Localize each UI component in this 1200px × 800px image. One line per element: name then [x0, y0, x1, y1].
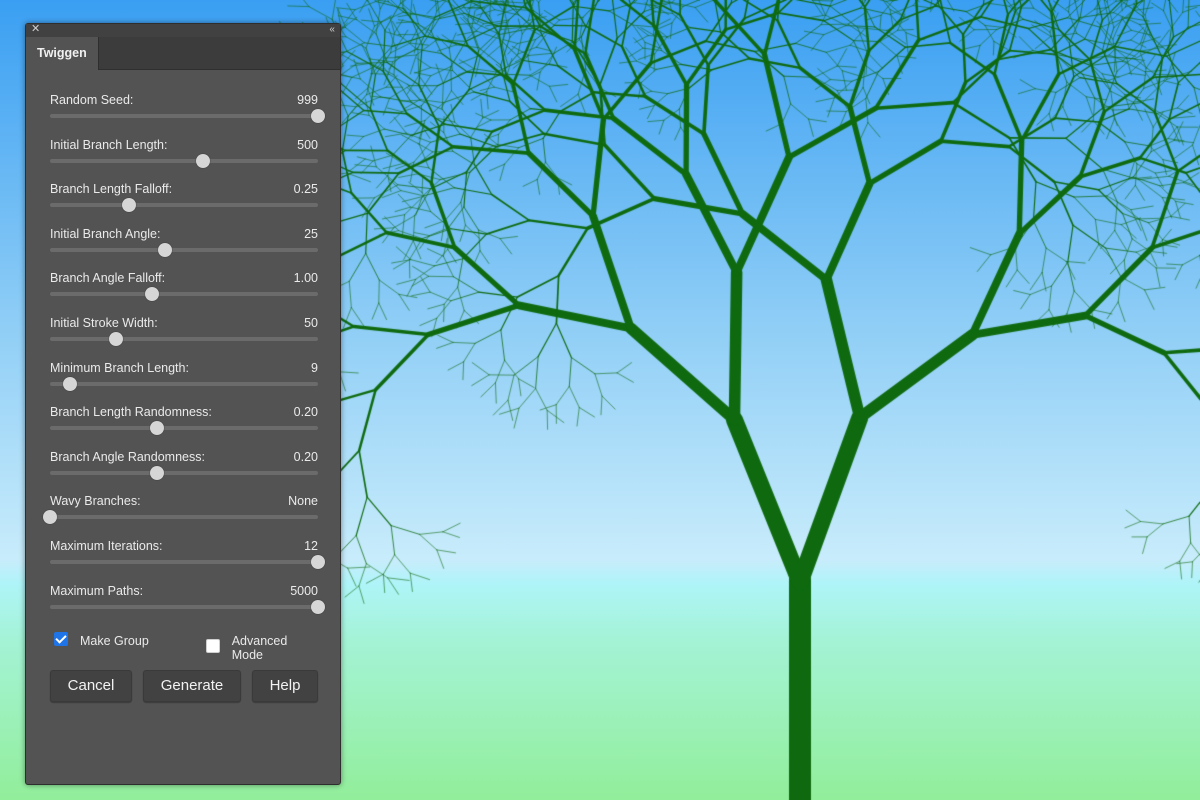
slider-row: Branch Length Randomness: 0.20 [50, 404, 318, 449]
slider-value: 999 [297, 93, 318, 107]
slider-list: Random Seed: 999 Initial Branch Length: 500… [43, 92, 325, 628]
slider-label: Minimum Branch Length: [50, 360, 189, 375]
slider-row: Branch Angle Randomness: 0.20 [50, 449, 318, 494]
slider-label: Random Seed: [50, 93, 134, 107]
slider-track[interactable] [50, 376, 318, 391]
slider-value: None [288, 494, 318, 509]
slider-track[interactable] [50, 242, 318, 257]
collapse-icon[interactable]: ‹‹ [329, 23, 335, 36]
make-group-option[interactable]: Make Group [54, 630, 149, 648]
slider-thumb[interactable] [150, 465, 165, 480]
slider-track[interactable] [50, 465, 318, 480]
slider-row: Initial Branch Length: 500 [50, 137, 318, 182]
slider-label: Maximum Iterations: [50, 538, 163, 553]
slider-row: Random Seed: 999 [50, 92, 325, 137]
slider-value: 25 [304, 226, 318, 241]
slider-thumb[interactable] [158, 242, 173, 257]
slider-value: 12 [304, 538, 318, 553]
slider-thumb[interactable] [43, 510, 57, 525]
slider-row: Initial Stroke Width: 50 [50, 315, 318, 360]
advanced-mode-label: Advanced Mode [231, 634, 288, 662]
advanced-mode-option[interactable]: Advanced Mode [206, 630, 320, 662]
slider-track[interactable] [50, 198, 318, 213]
slider-thumb[interactable] [195, 153, 210, 168]
slider-row: Maximum Iterations: 12 [50, 538, 325, 583]
cancel-button[interactable]: Cancel [50, 670, 132, 702]
slider-row: Wavy Branches: None [43, 493, 318, 538]
make-group-label: Make Group [80, 634, 149, 648]
slider-track[interactable] [50, 287, 318, 302]
advanced-mode-checkbox[interactable] [206, 639, 220, 653]
slider-value: 5000 [290, 583, 318, 598]
slider-thumb[interactable] [311, 599, 325, 614]
slider-label: Initial Stroke Width: [50, 315, 158, 330]
slider-row: Branch Length Falloff: 0.25 [50, 181, 318, 226]
close-icon[interactable]: ✕ [31, 23, 40, 36]
help-button[interactable]: Help [252, 670, 318, 702]
slider-label: Maximum Paths: [50, 583, 144, 598]
button-row: Cancel Generate Help [50, 670, 318, 704]
slider-thumb[interactable] [144, 287, 159, 302]
slider-value: 50 [304, 315, 318, 330]
slider-thumb[interactable] [122, 198, 137, 213]
slider-row: Minimum Branch Length: 9 [50, 360, 318, 405]
slider-label: Initial Branch Length: [50, 137, 168, 152]
slider-label: Branch Angle Randomness: [50, 449, 205, 464]
make-group-checkbox[interactable] [54, 632, 68, 646]
slider-track[interactable] [50, 331, 318, 346]
panel-titlebar: ✕ ‹‹ [26, 23, 340, 37]
slider-label: Branch Length Falloff: [50, 182, 173, 197]
slider-track[interactable] [43, 510, 318, 525]
slider-track[interactable] [50, 109, 325, 123]
slider-row: Maximum Paths: 5000 [50, 583, 325, 628]
slider-value: 500 [297, 137, 318, 152]
slider-thumb[interactable] [150, 421, 165, 436]
slider-row: Branch Angle Falloff: 1.00 [50, 270, 318, 315]
slider-label: Branch Angle Falloff: [50, 271, 166, 286]
slider-value: 1.00 [293, 271, 318, 286]
slider-value: 0.20 [293, 405, 318, 420]
slider-track[interactable] [50, 599, 325, 614]
tab-twiggen[interactable]: Twiggen [26, 37, 99, 70]
options-row: Make Group Advanced Mode [54, 630, 320, 662]
slider-thumb[interactable] [108, 331, 123, 346]
slider-track[interactable] [50, 554, 325, 569]
slider-value: 0.20 [293, 449, 318, 464]
slider-value: 0.25 [293, 182, 318, 197]
panel-tabbar: Twiggen [26, 37, 340, 70]
slider-track[interactable] [50, 421, 318, 436]
slider-value: 9 [311, 360, 318, 375]
slider-thumb[interactable] [311, 109, 325, 123]
slider-row: Initial Branch Angle: 25 [50, 226, 318, 271]
slider-thumb[interactable] [63, 376, 78, 391]
twiggen-panel: ✕ ‹‹ Twiggen Random Seed: 999 Initial Bran… [25, 23, 341, 785]
slider-label: Branch Length Randomness: [50, 405, 212, 420]
slider-thumb[interactable] [311, 554, 325, 569]
slider-label: Wavy Branches: [50, 494, 141, 509]
slider-track[interactable] [50, 153, 318, 168]
slider-label: Initial Branch Angle: [50, 226, 161, 241]
generate-button[interactable]: Generate [143, 670, 241, 702]
